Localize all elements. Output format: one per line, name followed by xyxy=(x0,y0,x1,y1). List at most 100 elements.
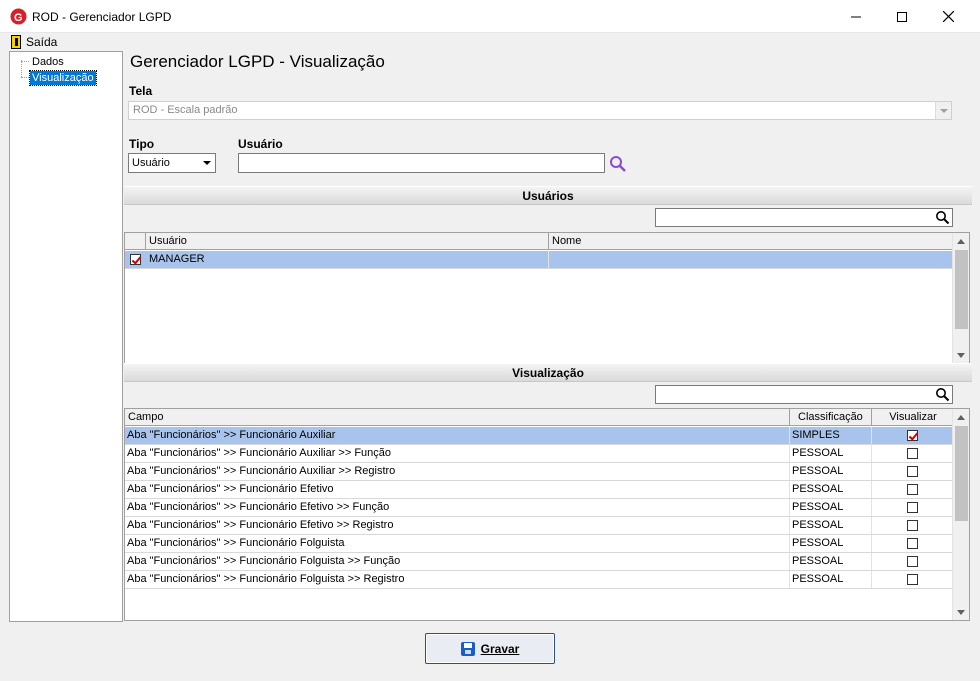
visualizar-cell xyxy=(872,535,954,552)
table-row[interactable]: Aba "Funcionários" >> Funcionário Folgui… xyxy=(125,571,954,589)
visualizar-cell xyxy=(872,427,954,444)
minimize-button[interactable] xyxy=(833,0,879,33)
visualizacao-section-header: Visualização xyxy=(124,363,972,382)
search-icon[interactable] xyxy=(609,155,627,173)
visualizar-cell xyxy=(872,481,954,498)
classificacao-cell: PESSOAL xyxy=(790,481,872,498)
usuarios-section-header: Usuários xyxy=(124,186,972,205)
visualizacao-scrollbar[interactable] xyxy=(952,409,969,620)
classificacao-cell: PESSOAL xyxy=(790,499,872,516)
campo-cell: Aba "Funcionários" >> Funcionário Folgui… xyxy=(125,571,790,588)
app-logo-icon: G xyxy=(10,8,27,25)
scroll-up-arrow-icon[interactable] xyxy=(953,409,969,425)
column-header-usuario[interactable]: Usuário xyxy=(146,233,549,250)
save-button-label: Gravar xyxy=(480,641,520,656)
usuarios-grid: Usuário Nome MANAGER xyxy=(124,232,970,364)
classificacao-cell: PESSOAL xyxy=(790,571,872,588)
title-bar: G ROD - Gerenciador LGPD xyxy=(0,0,980,33)
visualizar-checkbox[interactable] xyxy=(907,448,918,459)
scroll-thumb[interactable] xyxy=(955,426,968,521)
visualizar-cell xyxy=(872,517,954,534)
exit-menu-item[interactable]: Saída xyxy=(11,33,57,51)
visualizar-cell xyxy=(872,499,954,516)
visualizar-checkbox[interactable] xyxy=(907,520,918,531)
usuarios-grid-header: Usuário Nome xyxy=(125,233,954,250)
campo-cell: Aba "Funcionários" >> Funcionário Efetiv… xyxy=(125,499,790,516)
tela-combo: ROD - Escala padrão xyxy=(128,101,952,120)
column-header-nome[interactable]: Nome xyxy=(549,233,954,250)
table-row[interactable]: Aba "Funcionários" >> Funcionário Auxili… xyxy=(125,463,954,481)
table-row[interactable]: Aba "Funcionários" >> Funcionário Auxili… xyxy=(125,427,954,445)
scroll-down-arrow-icon[interactable] xyxy=(953,347,969,363)
usuarios-scrollbar[interactable] xyxy=(952,233,969,363)
tree-connector xyxy=(21,77,29,78)
campo-cell: Aba "Funcionários" >> Funcionário Folgui… xyxy=(125,553,790,570)
tela-label: Tela xyxy=(129,84,153,98)
scroll-thumb[interactable] xyxy=(955,250,968,329)
search-icon[interactable] xyxy=(935,387,950,402)
visualizar-checkbox[interactable] xyxy=(907,484,918,495)
column-header-visualizar[interactable]: Visualizar xyxy=(872,409,954,426)
table-row[interactable]: Aba "Funcionários" >> Funcionário Efetiv… xyxy=(125,481,954,499)
campo-cell: Aba "Funcionários" >> Funcionário Auxili… xyxy=(125,427,790,444)
visualizar-cell xyxy=(872,445,954,462)
table-row[interactable]: Aba "Funcionários" >> Funcionário Efetiv… xyxy=(125,499,954,517)
minimize-icon xyxy=(851,16,861,17)
table-row[interactable]: MANAGER xyxy=(125,251,954,269)
exit-door-icon xyxy=(11,35,21,49)
tree-item-visualizacao[interactable]: Visualização xyxy=(29,70,97,86)
column-header-classificacao[interactable]: Classificação xyxy=(790,409,872,426)
campo-cell: Aba "Funcionários" >> Funcionário Folgui… xyxy=(125,535,790,552)
usuarios-search-input[interactable] xyxy=(655,208,953,227)
page-title: Gerenciador LGPD - Visualização xyxy=(130,52,385,71)
visualizar-checkbox[interactable] xyxy=(907,556,918,567)
svg-text:G: G xyxy=(14,12,23,24)
maximize-icon xyxy=(897,11,907,22)
scroll-up-arrow-icon[interactable] xyxy=(953,233,969,249)
column-header-check xyxy=(125,233,146,250)
nome-cell xyxy=(549,251,954,268)
close-icon xyxy=(942,11,954,22)
campo-cell: Aba "Funcionários" >> Funcionário Efetiv… xyxy=(125,481,790,498)
save-button[interactable]: Gravar xyxy=(425,633,555,664)
menu-bar: Saída xyxy=(0,33,980,51)
visualizar-checkbox[interactable] xyxy=(907,574,918,585)
visualizacao-search-input[interactable] xyxy=(655,385,953,404)
tipo-value: Usuário xyxy=(132,157,170,169)
navigation-tree: Dados Visualização xyxy=(9,51,123,622)
search-icon[interactable] xyxy=(935,210,950,225)
tree-item-dados[interactable]: Dados xyxy=(30,55,66,69)
campo-cell: Aba "Funcionários" >> Funcionário Auxili… xyxy=(125,445,790,462)
visualizar-checkbox[interactable] xyxy=(907,502,918,513)
usuario-cell: MANAGER xyxy=(146,251,549,268)
row-checkbox[interactable] xyxy=(130,254,141,265)
visualizar-cell xyxy=(872,571,954,588)
visualizar-checkbox[interactable] xyxy=(907,430,918,441)
maximize-button[interactable] xyxy=(879,0,925,33)
classificacao-cell: PESSOAL xyxy=(790,553,872,570)
classificacao-cell: PESSOAL xyxy=(790,445,872,462)
visualizar-cell xyxy=(872,553,954,570)
usuario-label: Usuário xyxy=(238,137,283,151)
usuario-input[interactable] xyxy=(238,153,605,173)
table-row[interactable]: Aba "Funcionários" >> Funcionário Efetiv… xyxy=(125,517,954,535)
close-button[interactable] xyxy=(925,0,971,33)
table-row[interactable]: Aba "Funcionários" >> Funcionário Folgui… xyxy=(125,535,954,553)
main-panel: Gerenciador LGPD - Visualização Tela ROD… xyxy=(124,51,972,622)
scroll-down-arrow-icon[interactable] xyxy=(953,604,969,620)
tipo-select[interactable]: Usuário xyxy=(128,153,216,173)
visualizar-checkbox[interactable] xyxy=(907,466,918,477)
table-row[interactable]: Aba "Funcionários" >> Funcionário Auxili… xyxy=(125,445,954,463)
classificacao-cell: PESSOAL xyxy=(790,463,872,480)
tela-value: ROD - Escala padrão xyxy=(133,104,238,116)
classificacao-cell: PESSOAL xyxy=(790,535,872,552)
visualizar-cell xyxy=(872,463,954,480)
classificacao-cell: SIMPLES xyxy=(790,427,872,444)
visualizacao-grid-header: Campo Classificação Visualizar xyxy=(125,409,954,426)
visualizar-checkbox[interactable] xyxy=(907,538,918,549)
column-header-campo[interactable]: Campo xyxy=(125,409,790,426)
save-disk-icon xyxy=(460,641,475,656)
classificacao-cell: PESSOAL xyxy=(790,517,872,534)
table-row[interactable]: Aba "Funcionários" >> Funcionário Folgui… xyxy=(125,553,954,571)
chevron-down-icon xyxy=(199,155,214,171)
